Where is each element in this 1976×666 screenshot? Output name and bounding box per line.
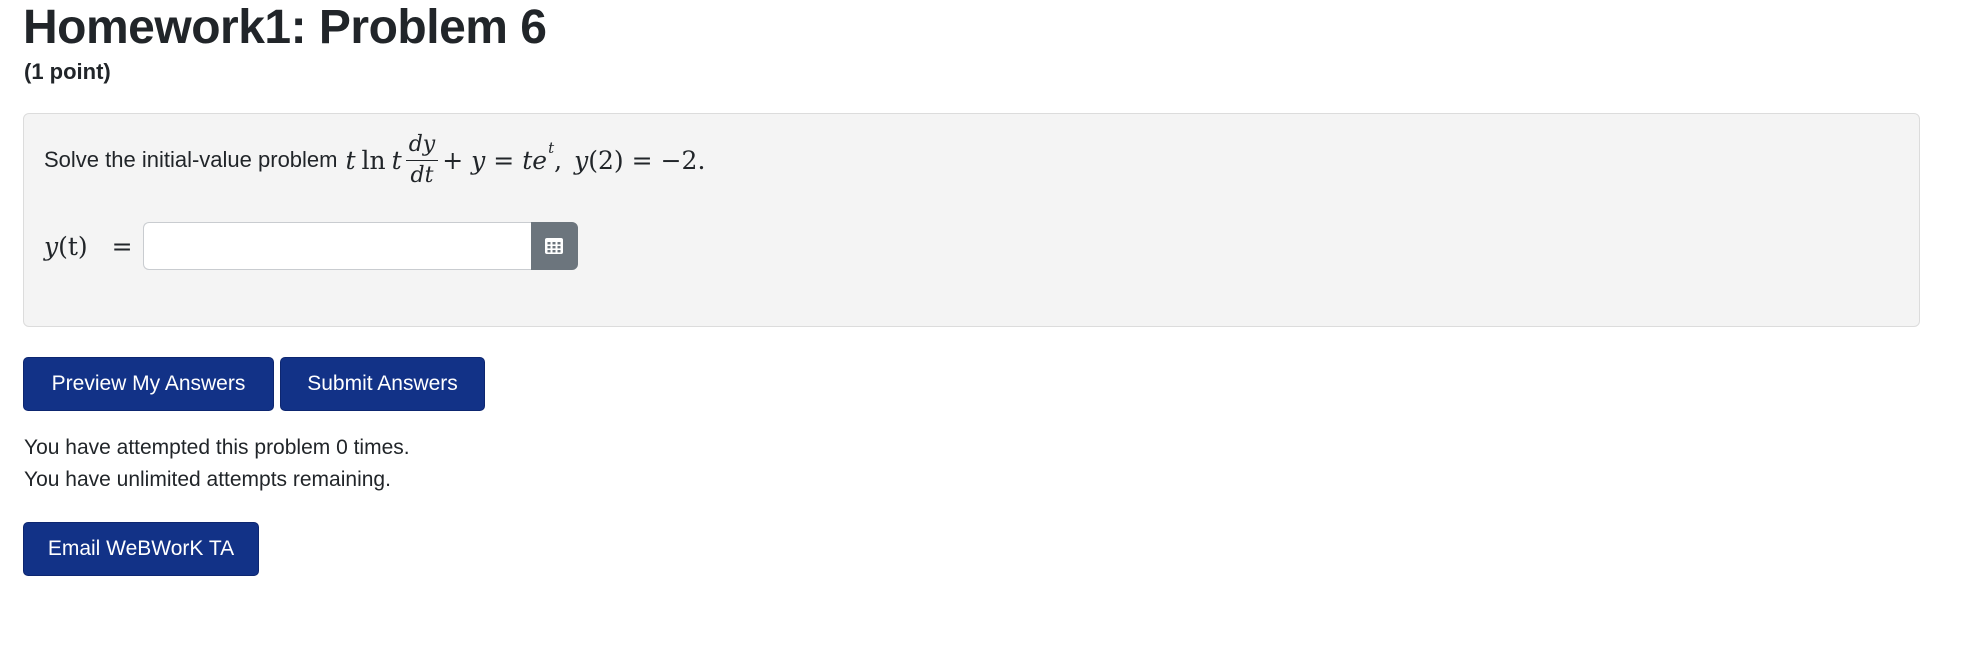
eq-t: t [345, 145, 356, 175]
problem-statement: Solve the initial-value problem t ln t d… [44, 128, 705, 192]
submit-answers-button[interactable]: Submit Answers [280, 357, 485, 411]
page-title: Homework1: Problem 6 [23, 1, 547, 54]
preview-answers-button[interactable]: Preview My Answers [23, 357, 274, 411]
eq-ln: ln [361, 145, 386, 175]
attempts-info: You have attempted this problem 0 times.… [24, 432, 410, 496]
equation-editor-button[interactable] [530, 222, 578, 270]
eq-comma: , [554, 145, 563, 175]
problem-body: Solve the initial-value problem t ln t d… [23, 113, 1920, 327]
answer-label: y(t) = [44, 232, 133, 261]
point-value: (1 point) [24, 59, 111, 84]
cond-value: −2 [660, 145, 698, 175]
eq-y: y [471, 145, 486, 175]
problem-intro-text: Solve the initial-value problem [44, 147, 338, 172]
eq-te: te [522, 145, 548, 175]
attempts-count-text: You have attempted this problem 0 times. [24, 436, 410, 459]
eq-exponent: t [548, 139, 555, 157]
attempts-remaining-text: You have unlimited attempts remaining. [24, 468, 391, 491]
fraction-numerator: dy [405, 132, 439, 161]
answer-input[interactable] [142, 222, 531, 270]
answer-row: y(t) = [44, 222, 578, 270]
fraction-denominator: dt [410, 162, 434, 188]
derivative-fraction: dy dt [405, 132, 439, 189]
webwork-problem-page: Homework1: Problem 6 (1 point) Solve the… [0, 0, 1976, 666]
answer-label-y: y [44, 231, 59, 261]
differential-equation: t ln t dy dt + y = te t , y (2) = −2 . [346, 132, 706, 189]
cond-y: y [574, 145, 589, 175]
eq-t2: t [391, 145, 402, 175]
answer-label-arg: (t) [58, 231, 88, 261]
cond-period: . [697, 145, 706, 175]
email-ta-button[interactable]: Email WeBWorK TA [23, 522, 259, 576]
answer-label-equals: = [111, 231, 133, 261]
cond-arg: (2) [588, 145, 624, 175]
eq-equals: = [493, 145, 515, 175]
cond-equals: = [631, 145, 653, 175]
table-grid-icon [545, 238, 564, 254]
eq-plus: + [442, 145, 464, 175]
